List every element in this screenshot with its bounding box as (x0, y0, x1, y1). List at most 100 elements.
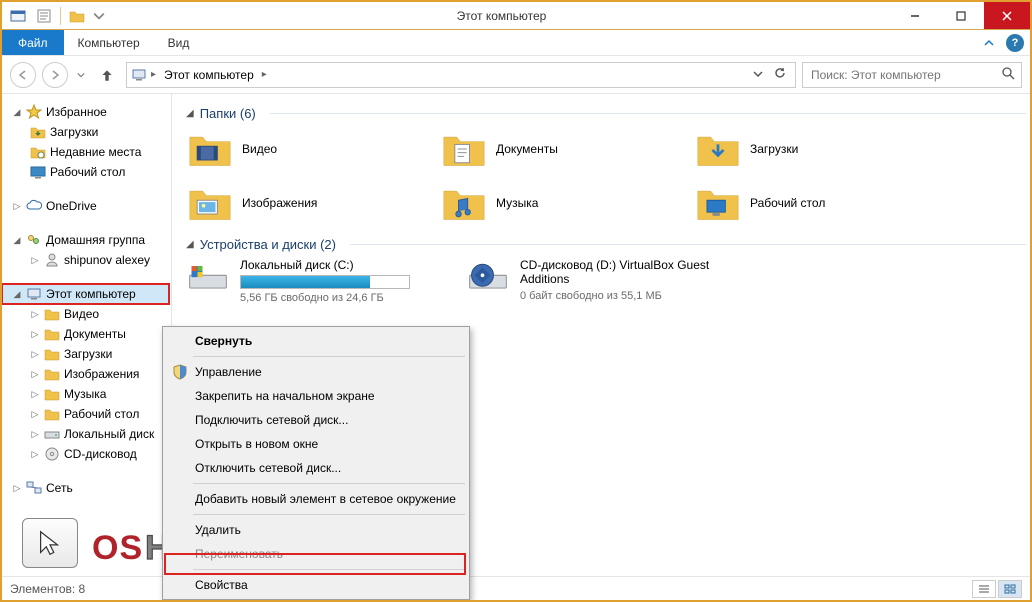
qat-dropdown-icon[interactable] (93, 6, 105, 26)
cm-open-new[interactable]: Открыть в новом окне (165, 432, 467, 456)
sidebar-item-documents[interactable]: ▷Документы (30, 324, 169, 344)
maximize-button[interactable] (938, 2, 984, 29)
drive-icon (44, 426, 60, 442)
sidebar-this-pc[interactable]: ◢ Этот компьютер (2, 284, 169, 304)
sidebar: ◢ Избранное Загрузки Недавние места Рабо… (2, 94, 172, 576)
sidebar-item-cddrive[interactable]: ▷CD-дисковод (30, 444, 169, 464)
refresh-icon[interactable] (769, 66, 791, 83)
cm-collapse[interactable]: Свернуть (165, 329, 467, 353)
cm-delete[interactable]: Удалить (165, 518, 467, 542)
sidebar-item-desktop[interactable]: ▷Рабочий стол (30, 404, 169, 424)
folder-music[interactable]: Музыка (440, 181, 690, 225)
drive-icon (186, 258, 230, 298)
sidebar-item-downloads[interactable]: Загрузки (30, 122, 169, 142)
cd-icon (44, 446, 60, 462)
pc-icon (131, 67, 147, 83)
group-devices[interactable]: ◢ Устройства и диски (2) (186, 237, 1026, 252)
expand-ribbon-icon[interactable] (978, 32, 1000, 54)
menu-view[interactable]: Вид (154, 30, 204, 55)
menu-file[interactable]: Файл (2, 30, 64, 55)
drive-status: 5,56 ГБ свободно из 24,6 ГБ (240, 292, 446, 304)
search-icon[interactable] (1001, 66, 1015, 83)
drive-status: 0 байт свободно из 55,1 МБ (520, 290, 726, 302)
address-dropdown-icon[interactable] (749, 68, 767, 82)
folder-icon (696, 129, 740, 169)
recent-icon (30, 144, 46, 160)
folder-icon (30, 124, 46, 140)
sidebar-network[interactable]: ▷ Сеть (12, 478, 169, 498)
context-menu: Свернуть Управление Закрепить на начальн… (162, 326, 470, 600)
back-button[interactable] (10, 62, 36, 88)
drive-name: Локальный диск (C:) (240, 258, 446, 272)
folder-desktop[interactable]: Рабочий стол (694, 181, 944, 225)
sidebar-item-video[interactable]: ▷Видео (30, 304, 169, 324)
cm-add-network[interactable]: Добавить новый элемент в сетевое окружен… (165, 487, 467, 511)
cm-map-drive[interactable]: Подключить сетевой диск... (165, 408, 467, 432)
cursor-icon (22, 518, 78, 568)
cm-properties[interactable]: Свойства (165, 573, 467, 597)
menu-computer[interactable]: Компьютер (64, 30, 154, 55)
search-box[interactable] (802, 62, 1022, 88)
cm-rename[interactable]: Переименовать (165, 542, 467, 566)
sidebar-item-recent[interactable]: Недавние места (30, 142, 169, 162)
sidebar-item-desktop[interactable]: Рабочий стол (30, 162, 169, 182)
close-button[interactable] (984, 2, 1030, 29)
folder-icon (44, 306, 60, 322)
drive-c[interactable]: Локальный диск (C:) 5,56 ГБ свободно из … (186, 258, 446, 304)
view-large-button[interactable] (998, 580, 1022, 598)
drive-d[interactable]: CD-дисковод (D:) VirtualBox Guest Additi… (466, 258, 726, 304)
folder-documents[interactable]: Документы (440, 127, 690, 171)
group-folders[interactable]: ◢ Папки (6) (186, 106, 1026, 121)
pc-icon (26, 286, 42, 302)
status-item-count: Элементов: 8 (10, 582, 85, 596)
forward-button[interactable] (42, 62, 68, 88)
folder-icon (44, 326, 60, 342)
drive-progress (240, 275, 410, 289)
toolbar: ▸ Этот компьютер ▸ (2, 56, 1030, 94)
folder-icon (44, 366, 60, 382)
minimize-button[interactable] (892, 2, 938, 29)
search-input[interactable] (809, 67, 1001, 83)
folder-video[interactable]: Видео (186, 127, 436, 171)
sidebar-item-localdisk[interactable]: ▷Локальный диск (30, 424, 169, 444)
up-button[interactable] (94, 62, 120, 88)
cd-drive-icon (466, 258, 510, 298)
window-title: Этот компьютер (111, 9, 892, 23)
titlebar: Этот компьютер (2, 2, 1030, 30)
menubar: Файл Компьютер Вид ? (2, 30, 1030, 56)
cm-pin-start[interactable]: Закрепить на начальном экране (165, 384, 467, 408)
help-icon[interactable]: ? (1006, 34, 1024, 52)
statusbar: Элементов: 8 (2, 576, 1030, 600)
user-icon (44, 252, 60, 268)
system-menu-icon[interactable] (8, 6, 28, 26)
shield-icon (171, 363, 189, 381)
sidebar-homegroup[interactable]: ◢ Домашняя группа (12, 230, 169, 250)
sidebar-item-music[interactable]: ▷Музыка (30, 384, 169, 404)
folder-downloads[interactable]: Загрузки (694, 127, 944, 171)
qat-new-folder-icon[interactable] (67, 6, 87, 26)
breadcrumb[interactable]: Этот компьютер (160, 68, 258, 82)
folder-images[interactable]: Изображения (186, 181, 436, 225)
chevron-right-icon[interactable]: ▸ (262, 69, 267, 80)
cm-manage[interactable]: Управление (165, 360, 467, 384)
folder-icon (188, 129, 232, 169)
onedrive-icon (26, 198, 42, 214)
sidebar-item-images[interactable]: ▷Изображения (30, 364, 169, 384)
sidebar-onedrive[interactable]: ▷ OneDrive (12, 196, 169, 216)
cm-disconnect-drive[interactable]: Отключить сетевой диск... (165, 456, 467, 480)
drive-name: CD-дисковод (D:) VirtualBox Guest Additi… (520, 258, 726, 287)
homegroup-icon (26, 232, 42, 248)
star-icon (26, 104, 42, 120)
folder-icon (44, 386, 60, 402)
chevron-right-icon[interactable]: ▸ (151, 69, 156, 80)
history-dropdown[interactable] (74, 62, 88, 88)
sidebar-item-downloads[interactable]: ▷Загрузки (30, 344, 169, 364)
qat-properties-icon[interactable] (34, 6, 54, 26)
sidebar-favorites[interactable]: ◢ Избранное (12, 102, 169, 122)
view-details-button[interactable] (972, 580, 996, 598)
folder-icon (44, 346, 60, 362)
folder-icon (44, 406, 60, 422)
folder-icon (442, 183, 486, 223)
address-bar[interactable]: ▸ Этот компьютер ▸ (126, 62, 796, 88)
sidebar-homegroup-user[interactable]: ▷shipunov alexey (30, 250, 169, 270)
